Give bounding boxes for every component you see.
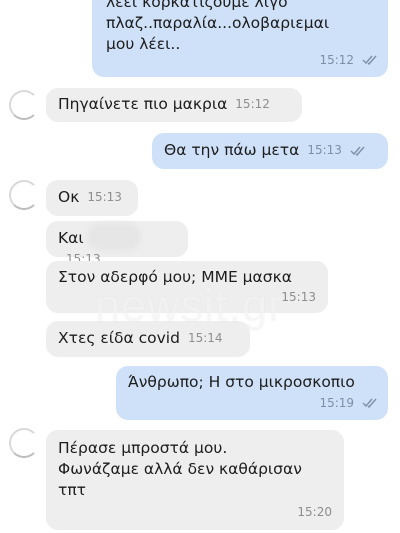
message-text-line: λέει κορκάτιζουμε λίγο xyxy=(106,0,288,11)
message-text: Θα την πάω μετα xyxy=(164,141,300,159)
message-text: Οκ xyxy=(58,188,80,206)
message-text: Στον αδερφό μου; ΜΜΕ μασκα xyxy=(58,268,292,286)
incoming-message[interactable]: Και15:13 xyxy=(46,221,188,266)
contact-avatar[interactable] xyxy=(9,428,39,458)
message-text: Χτες είδα covid xyxy=(58,329,180,347)
message-time: 15:13 xyxy=(87,190,122,204)
message-text: Άνθρωπο; Η στο μικροσκοπιο xyxy=(128,373,355,391)
outgoing-message[interactable]: Άνθρωπο; Η στο μικροσκοπιο 15:19 xyxy=(116,366,388,420)
message-time: 15:12 xyxy=(319,53,355,67)
message-time: 15:12 xyxy=(235,97,270,111)
message-text-line: Φωνάζαμε αλλά δεν καθάρισαν xyxy=(58,460,302,478)
incoming-message[interactable]: Χτες είδα covid 15:14 xyxy=(46,321,250,357)
message-text-line: Πέρασε μπροστά μου. xyxy=(58,439,228,457)
message-text-line: τπτ xyxy=(58,481,86,499)
double-check-icon xyxy=(362,398,377,408)
message-time: 15:20 xyxy=(297,505,332,519)
contact-avatar[interactable] xyxy=(9,180,39,210)
message-text: Και xyxy=(58,229,84,247)
incoming-message[interactable]: Στον αδερφό μου; ΜΜΕ μασκα 15:13 xyxy=(46,261,328,313)
message-text: Πηγαίνετε πιο μακρια xyxy=(58,95,228,113)
message-time: 15:19 xyxy=(319,396,355,410)
incoming-message[interactable]: Πέρασε μπροστά μου. Φωνάζαμε αλλά δεν κα… xyxy=(46,430,344,530)
message-time: 15:13 xyxy=(307,143,342,157)
redacted-text xyxy=(91,228,136,246)
outgoing-message[interactable]: λέει κορκάτιζουμε λίγο πλαζ..παραλία...ο… xyxy=(92,0,388,77)
outgoing-message[interactable]: Θα την πάω μετα 15:13 xyxy=(152,133,388,169)
message-time: 15:13 xyxy=(281,290,316,304)
message-time: 15:14 xyxy=(187,331,223,345)
incoming-message[interactable]: Πηγαίνετε πιο μακρια 15:12 xyxy=(46,88,302,122)
double-check-icon xyxy=(362,55,377,65)
message-text-line: πλαζ..παραλία...ολοβαριεμαι xyxy=(106,14,330,32)
double-check-icon xyxy=(350,146,365,156)
contact-avatar[interactable] xyxy=(9,90,39,120)
incoming-message[interactable]: Οκ 15:13 xyxy=(46,180,138,216)
